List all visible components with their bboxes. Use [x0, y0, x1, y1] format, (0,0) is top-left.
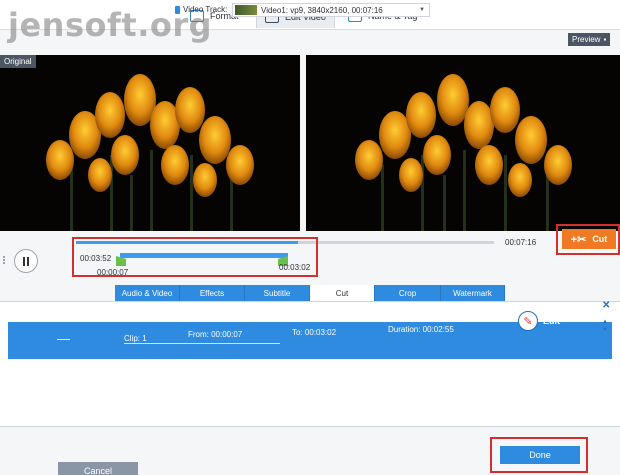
clip-divider	[57, 339, 70, 340]
scissors-icon: +✂	[570, 233, 587, 246]
preview-video-pane	[306, 55, 620, 231]
clip-number: Clip: 1	[124, 334, 147, 343]
original-video-frame	[0, 55, 300, 231]
video-editor-window: Format Edit Video Name & Tag jensoft.org…	[0, 0, 620, 475]
video-track-value: Video1: vp9, 3840x2160, 00:07:16	[261, 5, 383, 15]
original-video-pane: Original	[0, 55, 300, 231]
clip-to: To: 00:03:02	[292, 328, 337, 337]
video-track-label-text: Video Track:	[183, 5, 228, 14]
tab-watermark[interactable]: Watermark	[441, 285, 505, 301]
preview-video-frame	[306, 55, 620, 231]
video-track-label: Video Track:	[175, 5, 227, 14]
tab-cut[interactable]: Cut	[310, 285, 375, 301]
video-track-select[interactable]: Video1: vp9, 3840x2160, 00:07:16 ▼	[232, 3, 430, 17]
tab-crop[interactable]: Crop	[375, 285, 441, 301]
close-icon[interactable]: ✕	[602, 300, 610, 311]
reorder-arrows-icon[interactable]: ▲ ▼	[602, 318, 608, 334]
video-track-icon	[175, 5, 180, 14]
done-button[interactable]: Done	[500, 446, 580, 464]
video-thumbnail	[235, 5, 257, 15]
tab-subtitle[interactable]: Subtitle	[245, 285, 310, 301]
edit-label[interactable]: Edit	[543, 316, 560, 326]
pause-button[interactable]	[14, 249, 38, 273]
cut-range-bar[interactable]	[120, 253, 288, 258]
clip-from: From: 00:00:07	[188, 330, 243, 339]
cancel-button[interactable]: Cancel	[58, 462, 138, 475]
preview-label-text: Preview	[572, 35, 601, 44]
clip-duration: Duration: 00:02:55	[388, 325, 454, 334]
cut-end-time: 00:03:02	[279, 263, 311, 272]
edit-tab-bar: Audio & Video Effects Subtitle Cut Crop …	[115, 285, 505, 301]
cut-start-time: 00:00:07	[97, 268, 129, 277]
drag-handle-icon[interactable]	[2, 255, 8, 267]
edit-pen-icon[interactable]: ✎	[518, 311, 538, 331]
pause-icon-bar	[23, 256, 25, 266]
cut-button-label: Cut	[592, 234, 608, 244]
total-duration: 00:07:16	[505, 238, 537, 247]
chevron-down-icon: ▼	[419, 7, 425, 13]
tab-effects[interactable]: Effects	[180, 285, 245, 301]
clip-underline	[124, 343, 280, 344]
preview-label: Preview ▪	[568, 33, 611, 46]
current-time: 00:03:52	[80, 254, 112, 263]
tab-audio-video[interactable]: Audio & Video	[115, 285, 180, 301]
cut-button[interactable]: +✂ Cut	[562, 229, 616, 249]
original-label: Original	[0, 55, 36, 68]
expand-icon: ▪	[603, 35, 607, 44]
pause-icon-bar	[27, 256, 29, 266]
